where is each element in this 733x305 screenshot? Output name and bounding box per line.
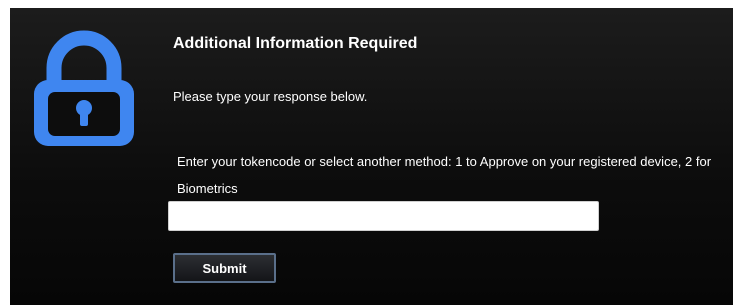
dialog-subtitle: Please type your response below. [173,89,368,104]
submit-button[interactable]: Submit [173,253,276,283]
response-input[interactable] [168,201,599,231]
auth-dialog-panel: Additional Information Required Please t… [10,8,733,305]
tokencode-prompt-text: Enter your tokencode or select another m… [177,154,712,196]
lock-icon [28,26,140,152]
dialog-title: Additional Information Required [173,35,418,52]
